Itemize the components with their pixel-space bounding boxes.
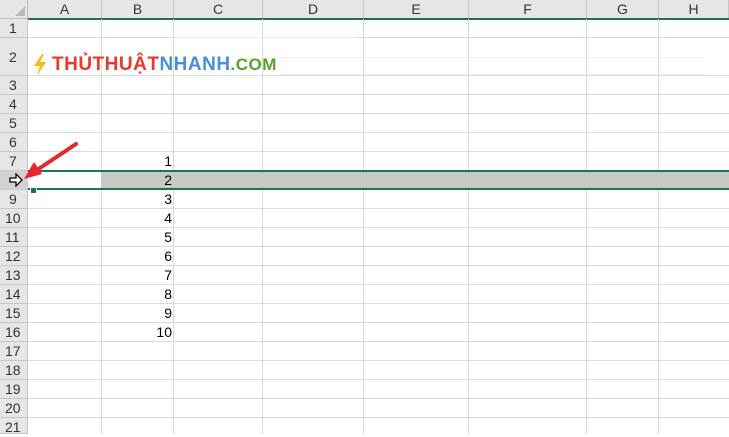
gridline	[28, 360, 729, 361]
row-header-20[interactable]: 20	[0, 399, 28, 418]
row-header-19[interactable]: 19	[0, 380, 28, 399]
logo-text-com: .COM	[230, 55, 277, 74]
row-header-3[interactable]: 3	[0, 76, 28, 95]
row-header-10[interactable]: 10	[0, 209, 28, 228]
row-header-5[interactable]: 5	[0, 114, 28, 133]
gridline	[28, 417, 729, 418]
column-header-b[interactable]: B	[102, 0, 174, 19]
row-header-4[interactable]: 4	[0, 95, 28, 114]
cell-b7[interactable]: 1	[102, 152, 172, 171]
column-header-f[interactable]: F	[469, 0, 587, 19]
red-arrow-icon	[24, 142, 78, 179]
row-header-15[interactable]: 15	[0, 304, 28, 323]
column-header-underline	[28, 18, 729, 20]
row-header-16[interactable]: 16	[0, 323, 28, 342]
row-header-13[interactable]: 13	[0, 266, 28, 285]
column-header-g[interactable]: G	[587, 0, 659, 19]
select-all-triangle-icon	[15, 6, 25, 16]
row-header-11[interactable]: 11	[0, 228, 28, 247]
logo-guideline	[175, 37, 355, 38]
logo-guideline	[280, 74, 705, 75]
cell-b15[interactable]: 9	[102, 304, 172, 323]
column-header-c[interactable]: C	[174, 0, 263, 19]
cell-b12[interactable]: 6	[102, 247, 172, 266]
logo-text-thuthuat: THỦTHUẬT	[52, 54, 160, 75]
cell-b11[interactable]: 5	[102, 228, 172, 247]
cell-b13[interactable]: 7	[102, 266, 172, 285]
column-header-e[interactable]: E	[364, 0, 469, 19]
row-header-2[interactable]: 2	[0, 38, 28, 76]
gridline	[28, 94, 729, 95]
fill-handle[interactable]	[30, 187, 37, 194]
cell-b10[interactable]: 4	[102, 209, 172, 228]
row-header-9[interactable]: 9	[0, 190, 28, 209]
column-header-d[interactable]: D	[263, 0, 364, 19]
row-header-1[interactable]: 1	[0, 19, 28, 38]
row-header-14[interactable]: 14	[0, 285, 28, 304]
row-header-12[interactable]: 12	[0, 247, 28, 266]
lightning-bolt-icon	[34, 54, 46, 76]
gridline	[28, 113, 729, 114]
logo-text-nhanh: NHANH	[159, 54, 231, 75]
select-all-button[interactable]	[0, 0, 28, 19]
gridline	[28, 379, 729, 380]
row-header-17[interactable]: 17	[0, 342, 28, 361]
logo-guideline	[280, 57, 705, 58]
column-header-a[interactable]: A	[28, 0, 102, 19]
site-logo: THỦTHUẬT NHANH .COM	[32, 53, 277, 77]
column-header-h[interactable]: H	[659, 0, 729, 19]
gridline	[28, 37, 729, 38]
spreadsheet-grid: A B C D E F G H 1 2 3 4 5 6 7 9 10 11 12…	[0, 0, 729, 435]
cell-b14[interactable]: 8	[102, 285, 172, 304]
gridline	[28, 132, 729, 133]
gridline	[28, 398, 729, 399]
cell-b9[interactable]: 3	[102, 190, 172, 209]
cell-b16[interactable]: 10	[102, 323, 172, 342]
row-header-18[interactable]: 18	[0, 361, 28, 380]
row-header-21[interactable]: 21	[0, 418, 28, 435]
cell-b8[interactable]: 2	[102, 171, 172, 190]
